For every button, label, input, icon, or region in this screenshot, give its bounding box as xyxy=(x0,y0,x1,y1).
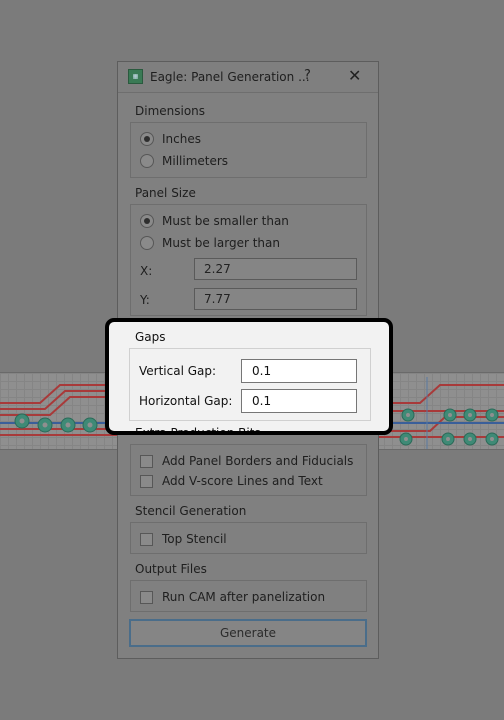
checkbox-panel-borders-label: Add Panel Borders and Fiducials xyxy=(162,454,354,468)
horizontal-gap-input[interactable]: 0.1 xyxy=(241,389,357,413)
radio-larger-indicator[interactable] xyxy=(140,236,154,250)
output-files-title: Output Files xyxy=(135,562,207,576)
y-label: Y: xyxy=(140,293,150,307)
help-button[interactable]: ? xyxy=(304,68,311,83)
extra-production-title: Extra Production Bits xyxy=(135,426,261,435)
x-label: X: xyxy=(140,264,153,278)
radio-inches-label: Inches xyxy=(162,132,201,146)
vertical-gap-label: Vertical Gap: xyxy=(139,364,217,378)
radio-inches[interactable]: Inches xyxy=(140,132,201,146)
extra-production-group xyxy=(130,444,367,496)
checkbox-top-stencil[interactable]: Top Stencil xyxy=(140,532,227,546)
dialog-title: Eagle: Panel Generation ... xyxy=(150,70,310,84)
gaps-highlight-panel: Gaps Vertical Gap: 0.1 Horizontal Gap: 0… xyxy=(105,318,393,435)
checkbox-run-cam-label: Run CAM after panelization xyxy=(162,590,326,604)
dimensions-title: Dimensions xyxy=(135,104,206,118)
checkbox-panel-borders-box[interactable] xyxy=(140,454,153,468)
generate-button[interactable]: Generate xyxy=(129,619,367,647)
board-icon: ▦ xyxy=(128,69,143,84)
checkbox-run-cam[interactable]: Run CAM after panelization xyxy=(140,590,325,604)
stencil-title: Stencil Generation xyxy=(135,504,247,518)
checkbox-top-stencil-box[interactable] xyxy=(140,532,153,546)
radio-smaller-than[interactable]: Must be smaller than xyxy=(140,214,289,228)
vertical-gap-input[interactable]: 0.1 xyxy=(241,359,357,383)
radio-millimeters[interactable]: Millimeters xyxy=(140,154,228,168)
checkbox-vscore[interactable]: Add V-score Lines and Text xyxy=(140,474,323,488)
checkbox-top-stencil-label: Top Stencil xyxy=(162,532,227,546)
x-input[interactable]: 2.27 xyxy=(194,258,357,280)
radio-larger-label: Must be larger than xyxy=(162,236,280,250)
radio-millimeters-label: Millimeters xyxy=(162,154,229,168)
y-input[interactable]: 7.77 xyxy=(194,288,357,310)
radio-millimeters-indicator[interactable] xyxy=(140,154,154,168)
close-icon[interactable]: ✕ xyxy=(348,66,361,85)
radio-smaller-label: Must be smaller than xyxy=(162,214,289,228)
radio-inches-indicator[interactable] xyxy=(140,132,154,146)
horizontal-gap-label: Horizontal Gap: xyxy=(139,394,233,408)
radio-smaller-indicator[interactable] xyxy=(140,214,154,228)
checkbox-run-cam-box[interactable] xyxy=(140,590,153,604)
dimensions-group xyxy=(130,122,367,178)
panel-size-title: Panel Size xyxy=(135,186,196,200)
checkbox-vscore-box[interactable] xyxy=(140,474,153,488)
radio-larger-than[interactable]: Must be larger than xyxy=(140,236,280,250)
checkbox-vscore-label: Add V-score Lines and Text xyxy=(162,474,323,488)
dialog-titlebar: ▦ Eagle: Panel Generation ... ? ✕ xyxy=(118,62,378,93)
gaps-title: Gaps xyxy=(135,330,166,344)
checkbox-panel-borders[interactable]: Add Panel Borders and Fiducials xyxy=(140,454,353,468)
